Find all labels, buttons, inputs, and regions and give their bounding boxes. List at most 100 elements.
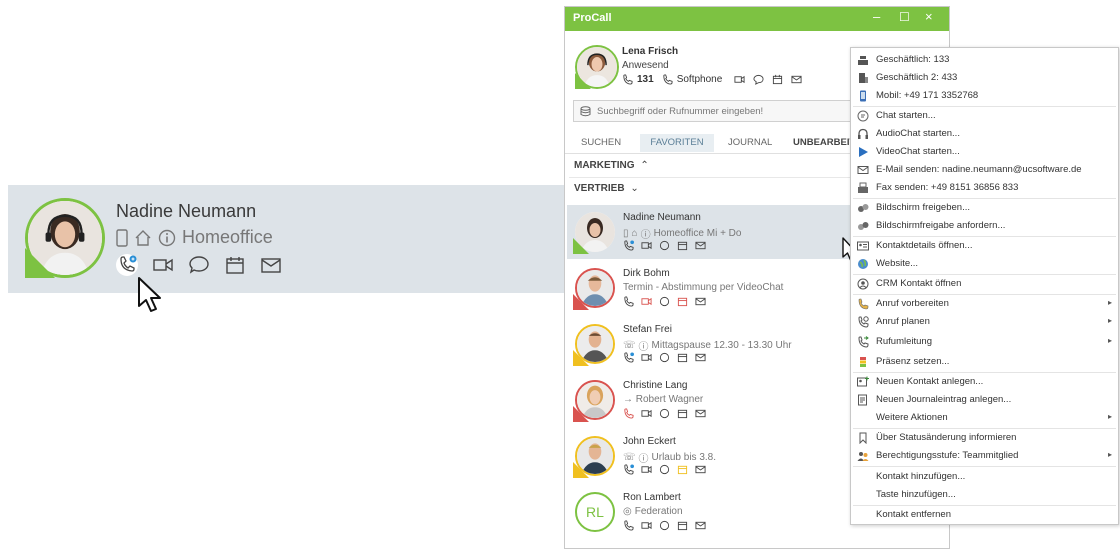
mail-icon [695,241,706,250]
presence-indicator [573,406,589,422]
tab-journal[interactable]: JOURNAL [728,137,772,148]
menu-item-chat[interactable]: Chat starten... [851,107,1118,125]
menu-item-fax[interactable]: Fax senden: +49 8151 36856 833 [851,179,1118,197]
own-device[interactable]: Softphone [677,74,723,85]
contact-actions [623,408,706,419]
chat-icon [659,464,670,475]
group-marketing[interactable]: MARKETING ⌃ [574,160,649,171]
menu-item-website[interactable]: Website... [851,255,1118,273]
tab-suchen[interactable]: SUCHEN [581,137,621,148]
mail-icon [857,164,869,176]
crm-icon [857,278,869,290]
search-input[interactable]: Suchbegriff oder Rufnummer eingeben! [597,106,763,117]
menu-item-email[interactable]: E-Mail senden: nadine.neumann@ucsoftware… [851,161,1118,179]
menu-item-set-presence[interactable]: Präsenz setzen... [851,353,1118,371]
presence-indicator [573,462,589,478]
schedule-call-icon [857,316,869,328]
call-button[interactable] [116,254,138,276]
contact-status: ◎ Federation [623,506,683,517]
menu-item-new-contact[interactable]: Neuen Kontakt anlegen... [851,373,1118,391]
menu-item-permission-level[interactable]: Berechtigungsstufe: Teammitglied ▸ [851,447,1118,465]
chat-icon [753,74,764,85]
video-icon [153,258,173,272]
menu-item-call-business-2[interactable]: Geschäftlich 2: 433 [851,69,1118,87]
headset-icon [857,128,869,140]
fax-icon [857,182,869,194]
zoomed-contact-card[interactable]: Nadine Neumann Homeoffice [8,185,568,293]
building-icon [857,72,869,84]
own-status[interactable]: Anwesend [622,60,669,71]
softphone-icon [663,74,673,85]
phone-icon [624,352,634,363]
menu-item-contact-details[interactable]: Kontaktdetails öffnen... [851,237,1118,255]
close-button[interactable]: × [925,9,933,24]
menu-item-add-contact[interactable]: Kontakt hinzufügen... [851,468,1118,486]
group-label: MARKETING [574,160,635,171]
calendar-icon [773,74,783,85]
minimize-button[interactable]: – [873,9,880,24]
chat-icon [659,520,670,531]
video-icon [641,521,652,530]
video-button[interactable] [152,254,174,276]
chat-icon [659,296,670,307]
chat-button[interactable] [188,254,210,276]
contact-status: ▯ ⌂ ⓘ Homeoffice Mi + Do [623,226,741,241]
mail-icon [695,465,706,474]
menu-item-videochat[interactable]: VideoChat starten... [851,143,1118,161]
contact-actions [623,464,706,475]
forward-icon [857,336,869,348]
contact-actions [623,240,706,251]
status-text: Homeoffice [182,227,273,247]
menu-item-call-mobile[interactable]: Mobil: +49 171 3352768 [851,87,1118,105]
menu-item-more-actions[interactable]: Weitere Aktionen ▸ [851,409,1118,427]
status-text: Homeoffice Mi + Do [653,228,742,239]
phone-icon [623,74,633,85]
phone-icon [624,296,634,307]
prepare-call-icon [857,298,869,310]
info-icon: ⓘ [638,454,649,465]
group-vertrieb[interactable]: VERTRIEB ⌄ [574,183,639,194]
menu-item-schedule-call[interactable]: Anruf planen ▸ [851,313,1118,331]
calendar-icon [677,465,688,475]
email-button[interactable] [260,254,282,276]
maximize-button[interactable]: ☐ [899,10,910,24]
video-icon [641,409,652,418]
desk-phone-icon: ☏ [623,452,636,463]
menu-item-remove-contact[interactable]: Kontakt entfernen [851,506,1118,524]
menu-item-status-notify[interactable]: Über Statusänderung informieren [851,429,1118,447]
desk-phone-icon [857,54,869,66]
tab-favoriten[interactable]: FAVORITEN [640,134,714,152]
menu-item-add-key[interactable]: Taste hinzufügen... [851,486,1118,504]
menu-item-new-journal[interactable]: Neuen Journaleintrag anlegen... [851,391,1118,409]
menu-item-call-forwarding[interactable]: Rufumleitung ▸ [851,333,1118,351]
status-text: Urlaub bis 3.8. [651,452,716,463]
contact-actions [623,352,706,363]
menu-item-prepare-call[interactable]: Anruf vorbereiten ▸ [851,295,1118,313]
presence-indicator [25,248,55,278]
calendar-icon [677,521,688,531]
calendar-icon [677,297,688,307]
menu-item-crm[interactable]: CRM Kontakt öffnen [851,275,1118,293]
title-bar[interactable]: ProCall – ☐ × [565,7,949,31]
team-icon [857,450,869,462]
submenu-arrow-icon: ▸ [1107,336,1112,345]
menu-separator [853,466,1116,467]
menu-item-audiochat[interactable]: AudioChat starten... [851,125,1118,143]
calendar-icon [677,409,688,419]
submenu-arrow-icon: ▸ [1107,412,1112,421]
request-screen-icon [857,220,869,232]
video-icon [641,465,652,474]
menu-item-request-screen[interactable]: Bildschirmfreigabe anfordern... [851,217,1118,235]
submenu-arrow-icon: ▸ [1107,316,1112,325]
tab-unbearbeitet[interactable]: UNBEARBEIT [793,137,855,148]
contact-name: Nadine Neumann [116,201,257,221]
desk-phone-icon: ☏ [623,340,636,351]
calendar-button[interactable] [224,254,246,276]
info-icon [158,229,176,247]
bookmark-icon [857,432,869,444]
chat-icon [857,110,869,122]
own-extension[interactable]: 131 [637,74,654,85]
menu-item-call-business[interactable]: Geschäftlich: 133 [851,51,1118,69]
mobile-icon: ▯ [623,228,629,239]
menu-item-share-screen[interactable]: Bildschirm freigeben... [851,199,1118,217]
